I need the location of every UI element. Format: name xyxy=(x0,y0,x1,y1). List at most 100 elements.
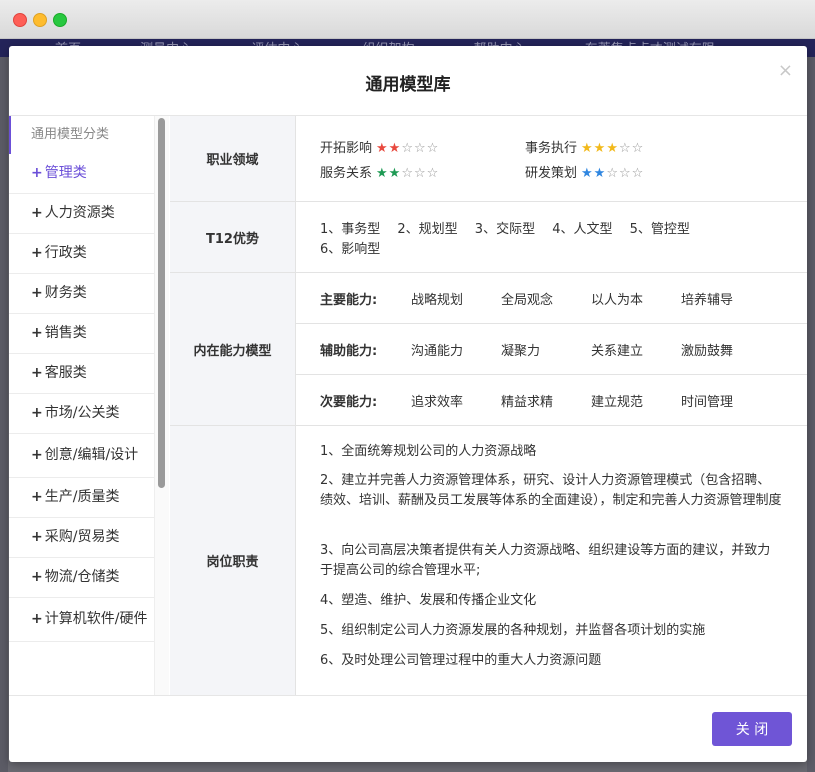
star-filled-icon: ★ xyxy=(581,141,594,156)
domain-name: 事务执行 xyxy=(525,141,578,156)
competency-value: 关系建立 xyxy=(591,344,644,359)
background-sidebar xyxy=(0,57,8,772)
competency-value: 全局观念 xyxy=(501,293,554,308)
category-label: 财务类 xyxy=(44,285,87,301)
competency-row-auxiliary: 辅助能力: 沟通能力 凝聚力 关系建立 激励鼓舞 xyxy=(296,324,807,375)
competency-key: 主要能力: xyxy=(320,293,378,308)
duty-item: 3、向公司高层决策者提供有关人力资源战略、组织建设等方面的建议，并致力于提高公司… xyxy=(320,543,771,578)
star-filled-icon: ★ xyxy=(593,166,607,181)
star-empty-icon: ☆ xyxy=(401,141,414,156)
category-label: 生产/质量类 xyxy=(44,489,120,505)
category-item-hr[interactable]: + 人力资源类 xyxy=(9,194,154,234)
row-competency-model: 内在能力模型 主要能力: 战略规划 全局观念 以人为本 培养辅导 辅助能力: 沟… xyxy=(170,273,807,426)
category-item-finance[interactable]: + 财务类 xyxy=(9,274,154,314)
duties-body: 1、全面统筹规划公司的人力资源战略 2、建立并完善人力资源管理体系，研究、设计人… xyxy=(296,426,807,695)
star-filled-icon: ★ xyxy=(376,141,389,156)
domain-name: 开拓影响 xyxy=(320,141,373,156)
competency-key: 辅助能力: xyxy=(320,344,378,359)
window-close-dot[interactable] xyxy=(13,13,27,27)
star-empty-icon: ☆ xyxy=(413,166,427,181)
category-item-management[interactable]: + 管理类 xyxy=(9,154,154,194)
t12-line: 1、事务型 2、规划型 3、交际型 4、人文型 5、管控型 xyxy=(320,222,690,237)
category-list: 通用模型分类 + 管理类 + 人力资源类 + 行政类 + 财务类 + 销售类 + 客服类 +… xyxy=(9,116,154,695)
competency-body: 主要能力: 战略规划 全局观念 以人为本 培养辅导 辅助能力: 沟通能力 凝聚力… xyxy=(296,273,807,425)
window-minimize-dot[interactable] xyxy=(33,13,47,27)
star-rating: ★★☆☆☆ xyxy=(376,166,439,181)
model-detail-table: 职业领域 开拓影响 ★★☆☆☆ 事务执行 ★★★☆☆ 服务关系 ★★☆☆☆ 研发策划 ★… xyxy=(170,116,807,695)
scrollbar-thumb[interactable] xyxy=(158,118,165,488)
category-label: 客服类 xyxy=(44,365,87,381)
domain-item: 事务执行 ★★★☆☆ xyxy=(525,137,644,156)
competency-value: 精益求精 xyxy=(501,395,554,410)
domain-item: 服务关系 ★★☆☆☆ xyxy=(320,162,439,181)
row-label: T12优势 xyxy=(170,202,296,272)
category-item-service[interactable]: + 客服类 xyxy=(9,354,154,394)
category-item-software[interactable]: + 计算机软件/硬件 xyxy=(9,598,154,642)
duty-item: 6、及时处理公司管理过程中的重大人力资源问题 xyxy=(320,653,602,668)
category-item-production[interactable]: + 生产/质量类 xyxy=(9,478,154,518)
competency-value: 沟通能力 xyxy=(411,344,464,359)
row-label: 岗位职责 xyxy=(170,426,296,695)
star-rating: ★★☆☆☆ xyxy=(376,141,439,156)
domain-name: 研发策划 xyxy=(525,166,578,181)
duty-item: 2、建立并完善人力资源管理体系，研究、设计人力资源管理模式（包含招聘、绩效、培训… xyxy=(320,473,782,508)
row-label: 内在能力模型 xyxy=(170,273,296,425)
dialog-title: 通用模型库 xyxy=(365,75,451,95)
category-label: 管理类 xyxy=(44,165,87,181)
category-label: 物流/仓储类 xyxy=(44,569,120,585)
domain-name: 服务关系 xyxy=(320,166,373,181)
competency-key: 次要能力: xyxy=(320,395,378,410)
row-label: 职业领域 xyxy=(170,116,296,201)
star-empty-icon: ☆ xyxy=(631,141,645,156)
competency-value: 凝聚力 xyxy=(501,344,541,359)
star-filled-icon: ★ xyxy=(388,166,402,181)
category-scrollbar[interactable] xyxy=(154,116,169,695)
duty-item: 5、组织制定公司人力资源发展的各种规划，并监督各项计划的实施 xyxy=(320,623,706,638)
star-filled-icon: ★ xyxy=(388,141,402,156)
star-filled-icon: ★ xyxy=(593,141,607,156)
star-empty-icon: ☆ xyxy=(413,141,427,156)
row-career-domain: 职业领域 开拓影响 ★★☆☆☆ 事务执行 ★★★☆☆ 服务关系 ★★☆☆☆ 研发策划 ★… xyxy=(170,116,807,202)
duty-item: 1、全面统筹规划公司的人力资源战略 xyxy=(320,444,537,459)
t12-line: 6、影响型 xyxy=(320,242,381,257)
category-label: 市场/公关类 xyxy=(44,405,120,421)
star-empty-icon: ☆ xyxy=(426,166,440,181)
close-icon[interactable]: × xyxy=(778,60,793,81)
dialog-footer-divider xyxy=(9,695,807,696)
category-item-creative[interactable]: + 创意/编辑/设计 xyxy=(9,434,154,478)
competency-value: 激励鼓舞 xyxy=(681,344,734,359)
row-duties: 岗位职责 1、全面统筹规划公司的人力资源战略 2、建立并完善人力资源管理体系，研… xyxy=(170,426,807,695)
star-empty-icon: ☆ xyxy=(618,141,632,156)
category-label: 创意/编辑/设计 xyxy=(44,447,139,463)
window-maximize-dot[interactable] xyxy=(53,13,67,27)
close-button[interactable]: 关 闭 xyxy=(712,712,792,746)
star-rating: ★★☆☆☆ xyxy=(581,166,644,181)
window-titlebar xyxy=(0,0,815,39)
competency-value: 建立规范 xyxy=(591,395,644,410)
competency-value: 培养辅导 xyxy=(681,293,734,308)
competency-value: 战略规划 xyxy=(411,293,464,308)
star-filled-icon: ★ xyxy=(581,166,594,181)
category-label: 人力资源类 xyxy=(44,205,115,221)
category-item-marketing[interactable]: + 市场/公关类 xyxy=(9,394,154,434)
category-label: 计算机软件/硬件 xyxy=(44,611,148,627)
star-rating: ★★★☆☆ xyxy=(581,141,644,156)
background-right-edge xyxy=(807,57,815,772)
star-empty-icon: ☆ xyxy=(618,166,632,181)
star-empty-icon: ☆ xyxy=(426,141,440,156)
competency-value: 追求效率 xyxy=(411,395,464,410)
category-item-purchasing[interactable]: + 采购/贸易类 xyxy=(9,518,154,558)
star-empty-icon: ☆ xyxy=(631,166,645,181)
career-domain-body: 开拓影响 ★★☆☆☆ 事务执行 ★★★☆☆ 服务关系 ★★☆☆☆ 研发策划 ★★☆☆☆ xyxy=(296,116,807,201)
category-item-logistics[interactable]: + 物流/仓储类 xyxy=(9,558,154,598)
model-library-dialog: 通用模型库 × 通用模型分类 + 管理类 + 人力资源类 + 行政类 + 财务类 + 销售… xyxy=(9,46,807,762)
duty-item: 4、塑造、维护、发展和传播企业文化 xyxy=(320,593,537,608)
category-item-sales[interactable]: + 销售类 xyxy=(9,314,154,354)
category-item-admin[interactable]: + 行政类 xyxy=(9,234,154,274)
category-list-header: 通用模型分类 xyxy=(9,116,154,154)
star-empty-icon: ☆ xyxy=(401,166,414,181)
category-label: 采购/贸易类 xyxy=(44,529,120,545)
star-filled-icon: ★ xyxy=(376,166,389,181)
row-t12: T12优势 1、事务型 2、规划型 3、交际型 4、人文型 5、管控型 6、影响… xyxy=(170,202,807,273)
domain-item: 开拓影响 ★★☆☆☆ xyxy=(320,137,439,156)
